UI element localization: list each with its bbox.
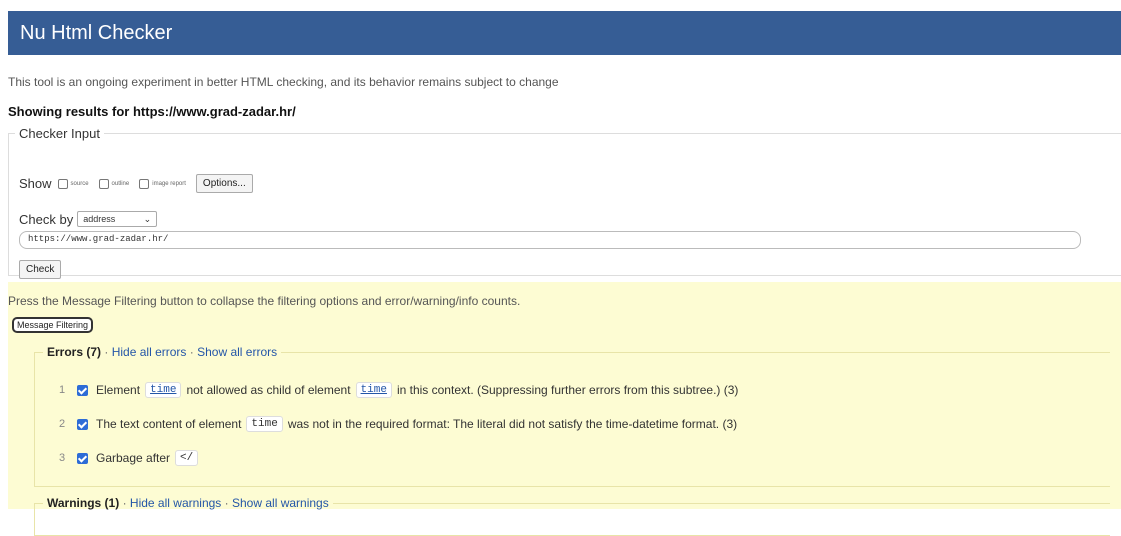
hide-all-warnings-link[interactable]: Hide all warnings [130,496,221,510]
error-item-2: 2 The text content of element time was n… [59,416,737,432]
check-button[interactable]: Check [19,260,62,279]
show-options-row: Show source outline image report Options… [19,174,253,193]
message-filtering-panel: Press the Message Filtering button to co… [8,282,1121,536]
message-filtering-button[interactable]: Message Filtering [12,317,94,333]
warnings-legend: Warnings (1) · Hide all warnings · Show … [43,496,333,510]
warnings-group: Warnings (1) · Hide all warnings · Show … [34,496,1110,536]
tagline: This tool is an ongoing experiment in be… [8,75,559,89]
show-label: Show [19,176,52,191]
error-number: 1 [59,384,66,396]
url-input[interactable]: https://www.grad-zadar.hr/ [19,231,1081,249]
element-code: </ [175,450,199,466]
separator: · [104,345,109,359]
check-by-row: Check by address ⌄ [19,211,158,227]
hide-all-errors-link[interactable]: Hide all errors [112,345,187,359]
outline-checkbox[interactable] [98,178,109,189]
separator: · [122,496,127,510]
checker-input-panel: Checker Input Show source outline image … [8,126,1121,279]
errors-group: Errors (7) · Hide all errors · Show all … [34,345,1110,487]
error-text: Garbage after [96,451,171,465]
checker-input-legend: Checker Input [19,126,100,141]
error-text: not allowed as child of element [186,383,351,397]
error-item-3: 3 Garbage after </ [59,450,203,466]
error-text: The text content of element [96,417,242,431]
image-report-checkbox[interactable] [139,178,150,189]
check-by-label: Check by [19,211,74,227]
separator: · [224,496,229,510]
show-all-warnings-link[interactable]: Show all warnings [232,496,329,510]
error-text: in this context. (Suppressing further er… [396,383,739,397]
results-url: https://www.grad-zadar.hr/ [132,104,296,119]
check-by-value: address [83,214,116,224]
separator: · [189,345,194,359]
element-code: time [246,416,283,432]
error-text: was not in the required format: The lite… [287,417,738,431]
error-item-1: 1 Element time not allowed as child of e… [59,382,738,398]
element-code-link[interactable]: time [355,382,392,398]
results-label: Showing results for [8,104,130,119]
error-number: 2 [59,418,66,430]
error-2-checkbox[interactable] [77,418,88,430]
error-1-checkbox[interactable] [77,384,88,396]
warnings-title: Warnings (1) [47,496,120,510]
error-text: Element [96,383,141,397]
source-checkbox[interactable] [57,178,68,189]
show-all-errors-link[interactable]: Show all errors [197,345,277,359]
app-header: Nu Html Checker [8,11,1121,55]
outline-checkbox-label: outline [111,180,130,187]
options-button[interactable]: Options... [195,174,253,193]
errors-legend: Errors (7) · Hide all errors · Show all … [43,345,281,359]
filtering-instructions: Press the Message Filtering button to co… [8,294,521,308]
chevron-down-icon: ⌄ [143,213,152,224]
check-by-select[interactable]: address ⌄ [77,211,158,227]
app-title: Nu Html Checker [20,21,173,44]
image-report-checkbox-label: image report [152,180,186,187]
source-checkbox-label: source [70,180,89,187]
error-3-checkbox[interactable] [77,452,88,464]
results-heading: Showing results for https://www.grad-zad… [8,104,296,119]
errors-title: Errors (7) [47,345,102,359]
element-code-link[interactable]: time [145,382,182,398]
error-number: 3 [59,452,66,464]
